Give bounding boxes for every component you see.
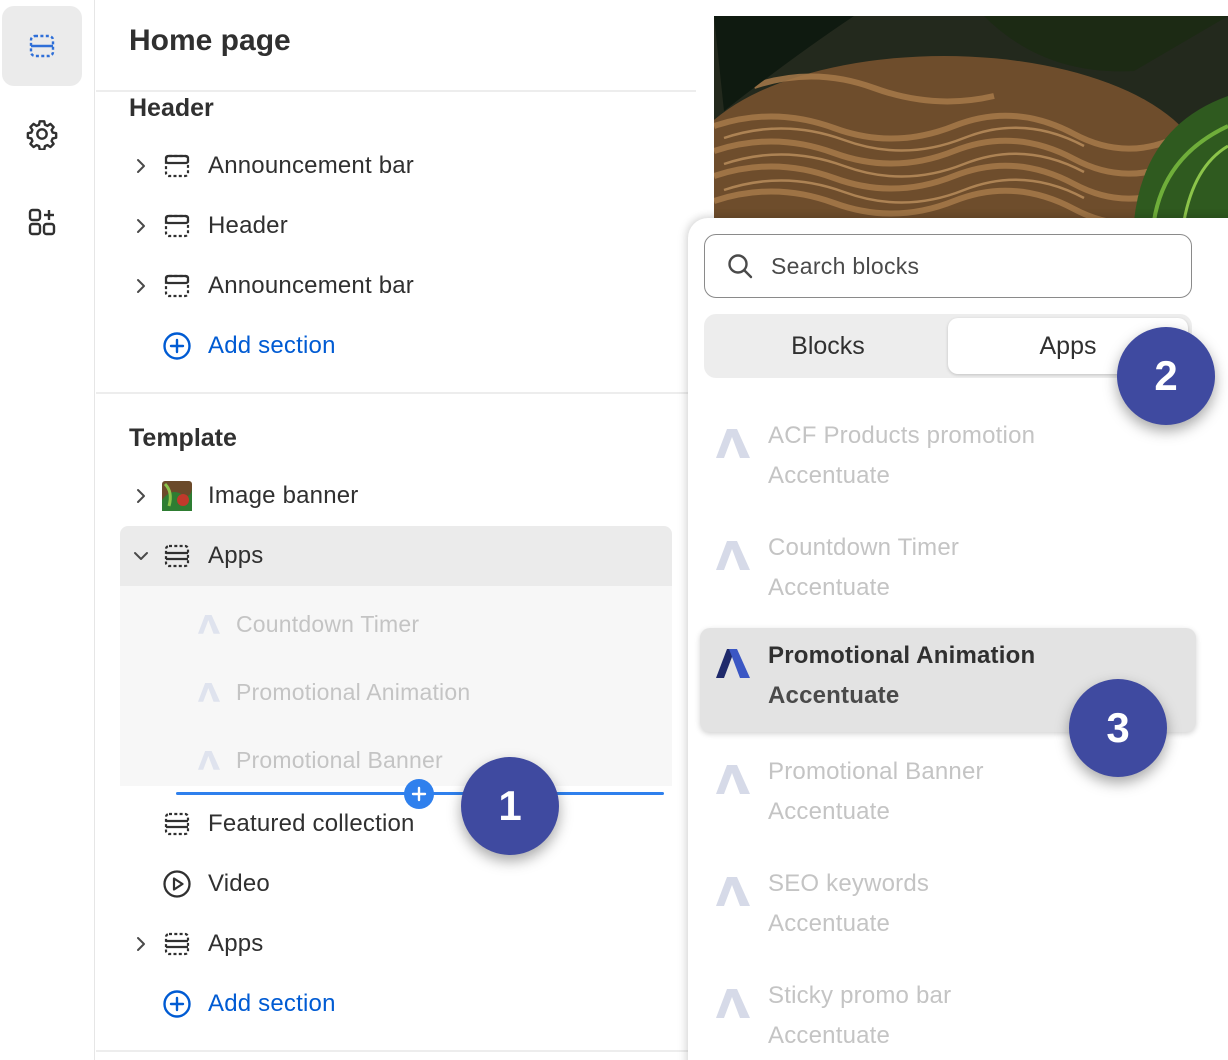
accentuate-logo-icon — [198, 682, 220, 702]
block-label: Promotional Animation — [236, 678, 471, 705]
apps-nav-button[interactable] — [2, 182, 82, 262]
divider — [96, 1050, 696, 1052]
chevron-right-icon[interactable] — [126, 481, 156, 511]
template-group-title: Template — [129, 424, 237, 452]
section-label: Apps — [208, 930, 264, 957]
app-block-name: Promotional Banner — [768, 758, 984, 785]
sections-icon — [29, 34, 55, 58]
section-row-announcement-bar[interactable]: Announcement bar — [120, 136, 672, 196]
app-vendor: Accentuate — [768, 1022, 891, 1049]
chevron-right-icon[interactable] — [126, 929, 156, 959]
add-apps-icon — [28, 208, 56, 236]
section-label: Image banner — [208, 482, 359, 509]
block-row-promotional-banner[interactable]: Promotional Banner — [196, 740, 443, 780]
app-block-acf-products-promotion[interactable]: ACF Products promotion Accentuate — [700, 408, 1196, 512]
accentuate-logo-icon — [716, 877, 750, 906]
app-block-sticky-promo-bar[interactable]: Sticky promo bar Accentuate — [700, 968, 1196, 1060]
section-icon — [160, 269, 194, 303]
search-blocks-input[interactable]: Search blocks — [704, 234, 1192, 298]
app-block-name: Countdown Timer — [768, 534, 960, 561]
app-vendor: Accentuate — [768, 798, 891, 825]
block-label: Promotional Banner — [236, 746, 443, 773]
tab-blocks[interactable]: Blocks — [708, 318, 948, 374]
chevron-right-icon[interactable] — [126, 151, 156, 181]
step-badge-3: 3 — [1069, 679, 1167, 777]
app-block-name: Promotional Animation — [768, 642, 1036, 669]
app-block-seo-keywords[interactable]: SEO keywords Accentuate — [700, 856, 1196, 960]
app-block-countdown-timer[interactable]: Countdown Timer Accentuate — [700, 520, 1196, 624]
section-label: Announcement bar — [208, 272, 415, 299]
sections-sidebar: Home page Header Announcement bar Header… — [96, 0, 696, 1060]
block-label: Countdown Timer — [236, 610, 420, 637]
play-circle-icon — [160, 867, 194, 901]
add-section-button-header[interactable]: Add section — [120, 316, 672, 376]
section-icon — [160, 209, 194, 243]
header-group-title: Header — [129, 94, 214, 122]
app-vendor: Accentuate — [768, 910, 891, 937]
image-thumbnail — [160, 479, 194, 513]
chevron-down-icon[interactable] — [126, 541, 156, 571]
block-row-countdown-timer[interactable]: Countdown Timer — [196, 604, 419, 644]
section-label: Video — [208, 870, 270, 897]
settings-nav-button[interactable] — [2, 94, 82, 174]
accentuate-logo-icon — [198, 750, 220, 770]
app-vendor: Accentuate — [768, 682, 900, 709]
section-icon — [160, 807, 194, 841]
app-vendor: Accentuate — [768, 574, 891, 601]
section-row-featured-collection[interactable]: Featured collection — [120, 794, 672, 854]
accentuate-logo-icon — [716, 989, 750, 1018]
chevron-right-icon[interactable] — [126, 211, 156, 241]
accentuate-logo-icon — [198, 614, 220, 634]
add-section-button-template[interactable]: Add section — [120, 974, 672, 1034]
divider — [96, 90, 696, 92]
step-badge-1: 1 — [461, 757, 559, 855]
app-block-name: SEO keywords — [768, 870, 930, 897]
section-label: Apps — [208, 542, 264, 569]
app-vendor: Accentuate — [768, 462, 891, 489]
search-placeholder: Search blocks — [771, 252, 920, 279]
apps-section-icon — [160, 927, 194, 961]
section-icon — [160, 149, 194, 183]
gear-icon — [26, 120, 58, 150]
accentuate-logo-icon — [716, 541, 750, 570]
chevron-right-icon[interactable] — [126, 271, 156, 301]
search-icon — [725, 251, 755, 281]
block-row-promotional-animation[interactable]: Promotional Animation — [196, 672, 470, 712]
section-row-video[interactable]: Video — [120, 854, 672, 914]
app-block-name: ACF Products promotion — [768, 422, 1036, 449]
plus-circle-icon — [160, 987, 194, 1021]
page-title: Home page — [129, 24, 291, 57]
plus-circle-icon — [160, 329, 194, 363]
section-row-image-banner[interactable]: Image banner — [120, 466, 672, 526]
add-section-label: Add section — [208, 332, 336, 359]
sections-nav-button[interactable] — [2, 6, 82, 86]
section-label: Featured collection — [208, 810, 415, 837]
section-row-announcement-bar-2[interactable]: Announcement bar — [120, 256, 672, 316]
accentuate-logo-icon — [716, 649, 750, 678]
icon-rail — [0, 0, 95, 1060]
section-row-header[interactable]: Header — [120, 196, 672, 256]
app-block-name: Sticky promo bar — [768, 982, 952, 1009]
divider — [96, 392, 696, 394]
section-row-apps-expanded[interactable]: Apps — [120, 526, 672, 586]
preview-image — [714, 16, 1228, 221]
section-label: Header — [208, 212, 288, 239]
section-row-apps[interactable]: Apps — [120, 914, 672, 974]
add-section-label: Add section — [208, 990, 336, 1017]
accentuate-logo-icon — [716, 429, 750, 458]
accentuate-logo-icon — [716, 765, 750, 794]
apps-section-icon — [160, 539, 194, 573]
step-badge-2: 2 — [1117, 327, 1215, 425]
section-label: Announcement bar — [208, 152, 415, 179]
